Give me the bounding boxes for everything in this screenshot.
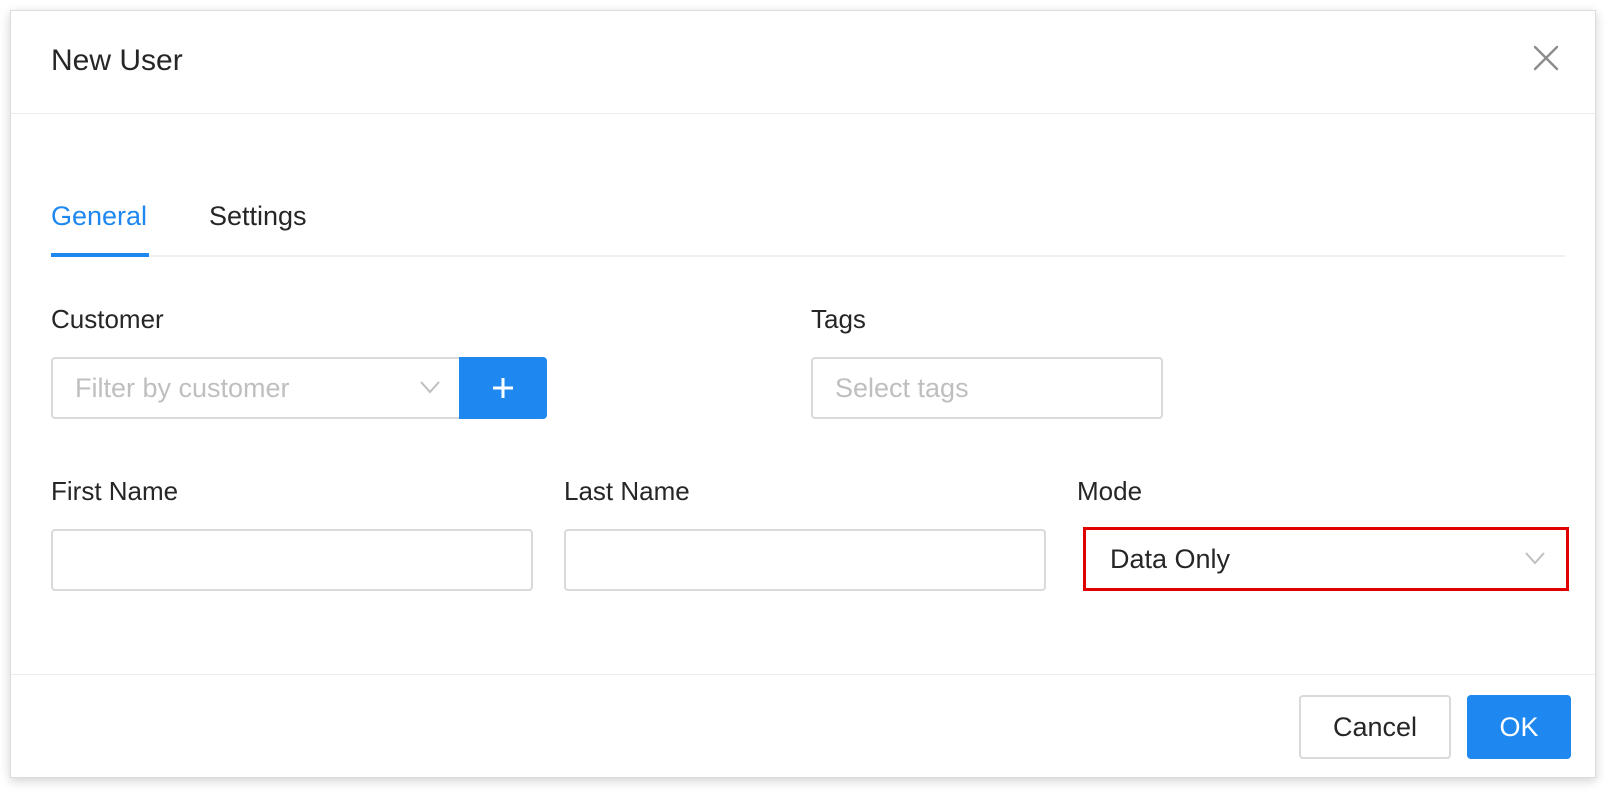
first-name-label: First Name xyxy=(51,476,179,506)
close-icon[interactable] xyxy=(1531,43,1561,73)
ok-button[interactable]: OK xyxy=(1467,695,1571,759)
tags-placeholder: Select tags xyxy=(835,373,969,403)
dialog-footer: Cancel OK xyxy=(11,674,1595,777)
new-user-dialog: New User General Settings Customer Filte… xyxy=(10,10,1596,778)
first-name-field xyxy=(51,529,533,591)
mode-label: Mode xyxy=(1077,476,1143,506)
add-customer-button[interactable] xyxy=(459,357,547,419)
customer-placeholder: Filter by customer xyxy=(75,373,290,403)
chevron-down-icon xyxy=(420,381,440,394)
last-name-field xyxy=(564,529,1046,591)
dialog-title: New User xyxy=(51,44,183,77)
last-name-label: Last Name xyxy=(564,476,690,506)
mode-highlight-box xyxy=(1083,527,1569,591)
cancel-button[interactable]: Cancel xyxy=(1299,695,1451,759)
tab-bar: General Settings xyxy=(51,191,1565,257)
first-name-input[interactable] xyxy=(53,531,531,589)
tab-general[interactable]: General xyxy=(51,199,147,233)
last-name-input[interactable] xyxy=(566,531,1044,589)
active-tab-indicator xyxy=(51,253,149,257)
dialog-header: New User xyxy=(11,11,1595,114)
tags-select[interactable]: Select tags xyxy=(811,357,1163,419)
tags-label: Tags xyxy=(811,304,866,334)
tab-settings[interactable]: Settings xyxy=(209,199,307,233)
plus-icon xyxy=(493,378,513,398)
customer-select[interactable]: Filter by customer xyxy=(51,357,461,419)
customer-label: Customer xyxy=(51,304,164,334)
